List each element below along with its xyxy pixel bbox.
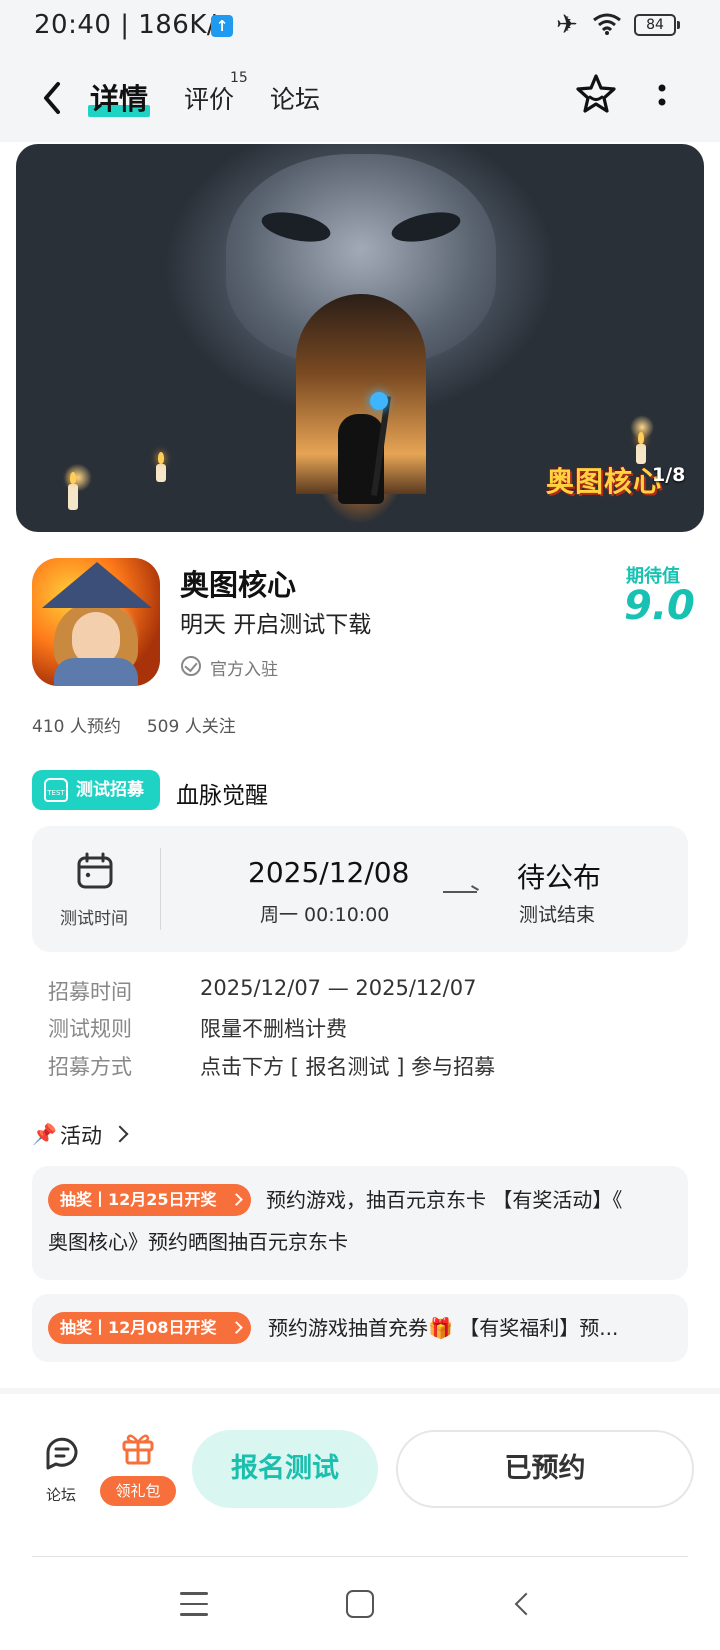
app-icon-hat — [42, 562, 152, 608]
forum-label[interactable]: 论坛 — [46, 1484, 76, 1505]
upload-icon: ↑ — [211, 15, 233, 37]
activity-card[interactable]: 抽奖丨12月25日开奖 预约游戏，抽百元京东卡 【有奖活动】《 奥图核心》预约晒… — [32, 1166, 688, 1280]
more-vertical-icon[interactable] — [652, 78, 672, 118]
detail-label: 测试规则 — [48, 1017, 132, 1041]
test-time-label: 测试时间 — [60, 909, 128, 929]
test-title: 血脉觉醒 — [176, 783, 268, 809]
gift-icon[interactable] — [120, 1430, 156, 1466]
signup-test-button[interactable]: 报名测试 — [192, 1430, 378, 1508]
banner-image[interactable]: 奥图核心 1/8 — [16, 144, 704, 532]
wifi-icon — [593, 13, 621, 35]
verified-check-icon — [181, 656, 201, 676]
official-label: 官方入驻 — [210, 660, 278, 680]
activity-text: 预约游戏，抽百元京东卡 【有奖活动】《 — [266, 1188, 623, 1212]
detail-value: 限量不删档计费 — [200, 1017, 347, 1041]
system-nav-divider — [32, 1556, 688, 1557]
star-smile-icon[interactable] — [574, 72, 618, 116]
detail-label: 招募时间 — [48, 980, 132, 1004]
card-divider — [160, 848, 161, 930]
stats-row: 410 人预约 509 人关注 — [32, 712, 262, 737]
reserved-button[interactable]: 已预约 — [396, 1430, 694, 1508]
app-icon-body — [54, 658, 138, 686]
status-time-speed: 20:40 | 186K/s — [34, 10, 231, 40]
home-icon[interactable] — [346, 1590, 374, 1618]
detail-value: 点击下方 [ 报名测试 ] 参与招募 — [200, 1055, 496, 1079]
pin-icon: 📌 — [32, 1122, 57, 1146]
test-alarm-icon: TEST — [44, 778, 68, 802]
reservation-count: 410 人预约 — [32, 717, 121, 737]
app-icon — [32, 558, 160, 686]
tab-review[interactable]: 评价 — [184, 80, 234, 116]
menu-icon[interactable] — [180, 1592, 208, 1616]
tab-forum[interactable]: 论坛 — [270, 80, 320, 116]
tab-detail[interactable]: 详情 — [90, 76, 148, 118]
activities-title[interactable]: 活动 — [60, 1120, 102, 1150]
forum-chat-icon[interactable] — [42, 1432, 82, 1472]
banner-page-counter: 1/8 — [652, 464, 686, 486]
test-end-value: 待公布 — [517, 861, 602, 894]
activity-text: 奥图核心》预约晒图抽百元京东卡 — [48, 1230, 348, 1254]
tab-review-count: 15 — [230, 70, 248, 86]
activity-card[interactable]: 抽奖丨12月08日开奖 预约游戏抽首充券🎁 【有奖福利】预... — [32, 1294, 688, 1362]
test-start-date: 2025/12/08 — [248, 856, 410, 889]
gift-pack-button[interactable]: 领礼包 — [100, 1476, 176, 1506]
airplane-icon: ✈ — [556, 10, 578, 40]
detail-label: 招募方式 — [48, 1055, 132, 1079]
banner-game-logo: 奥图核心 — [546, 465, 663, 498]
test-end-label: 测试结束 — [519, 904, 596, 926]
chevron-right-icon[interactable] — [111, 1125, 129, 1143]
battery-icon: 84 — [634, 14, 680, 36]
detail-value: 2025/12/07 — 2025/12/07 — [200, 976, 477, 1000]
system-back-icon[interactable] — [514, 1592, 538, 1616]
expect-value: 9.0 — [624, 583, 695, 629]
activity-text: 预约游戏抽首充券🎁 【有奖福利】预... — [268, 1316, 619, 1340]
right-arrow-icon — [443, 891, 477, 893]
app-subtitle: 明天 开启测试下载 — [180, 612, 372, 638]
app-name: 奥图核心 — [180, 568, 297, 602]
section-separator — [0, 1388, 720, 1394]
lottery-badge: 抽奖丨12月08日开奖 — [48, 1312, 251, 1344]
calendar-icon — [77, 852, 113, 889]
candle — [156, 452, 166, 482]
candle — [68, 472, 78, 510]
back-arrow-icon[interactable] — [34, 72, 74, 124]
banner-orb — [370, 392, 388, 410]
test-start-time: 周一 00:10:00 — [260, 904, 390, 926]
lottery-badge: 抽奖丨12月25日开奖 — [48, 1184, 251, 1216]
follower-count: 509 人关注 — [146, 717, 236, 737]
